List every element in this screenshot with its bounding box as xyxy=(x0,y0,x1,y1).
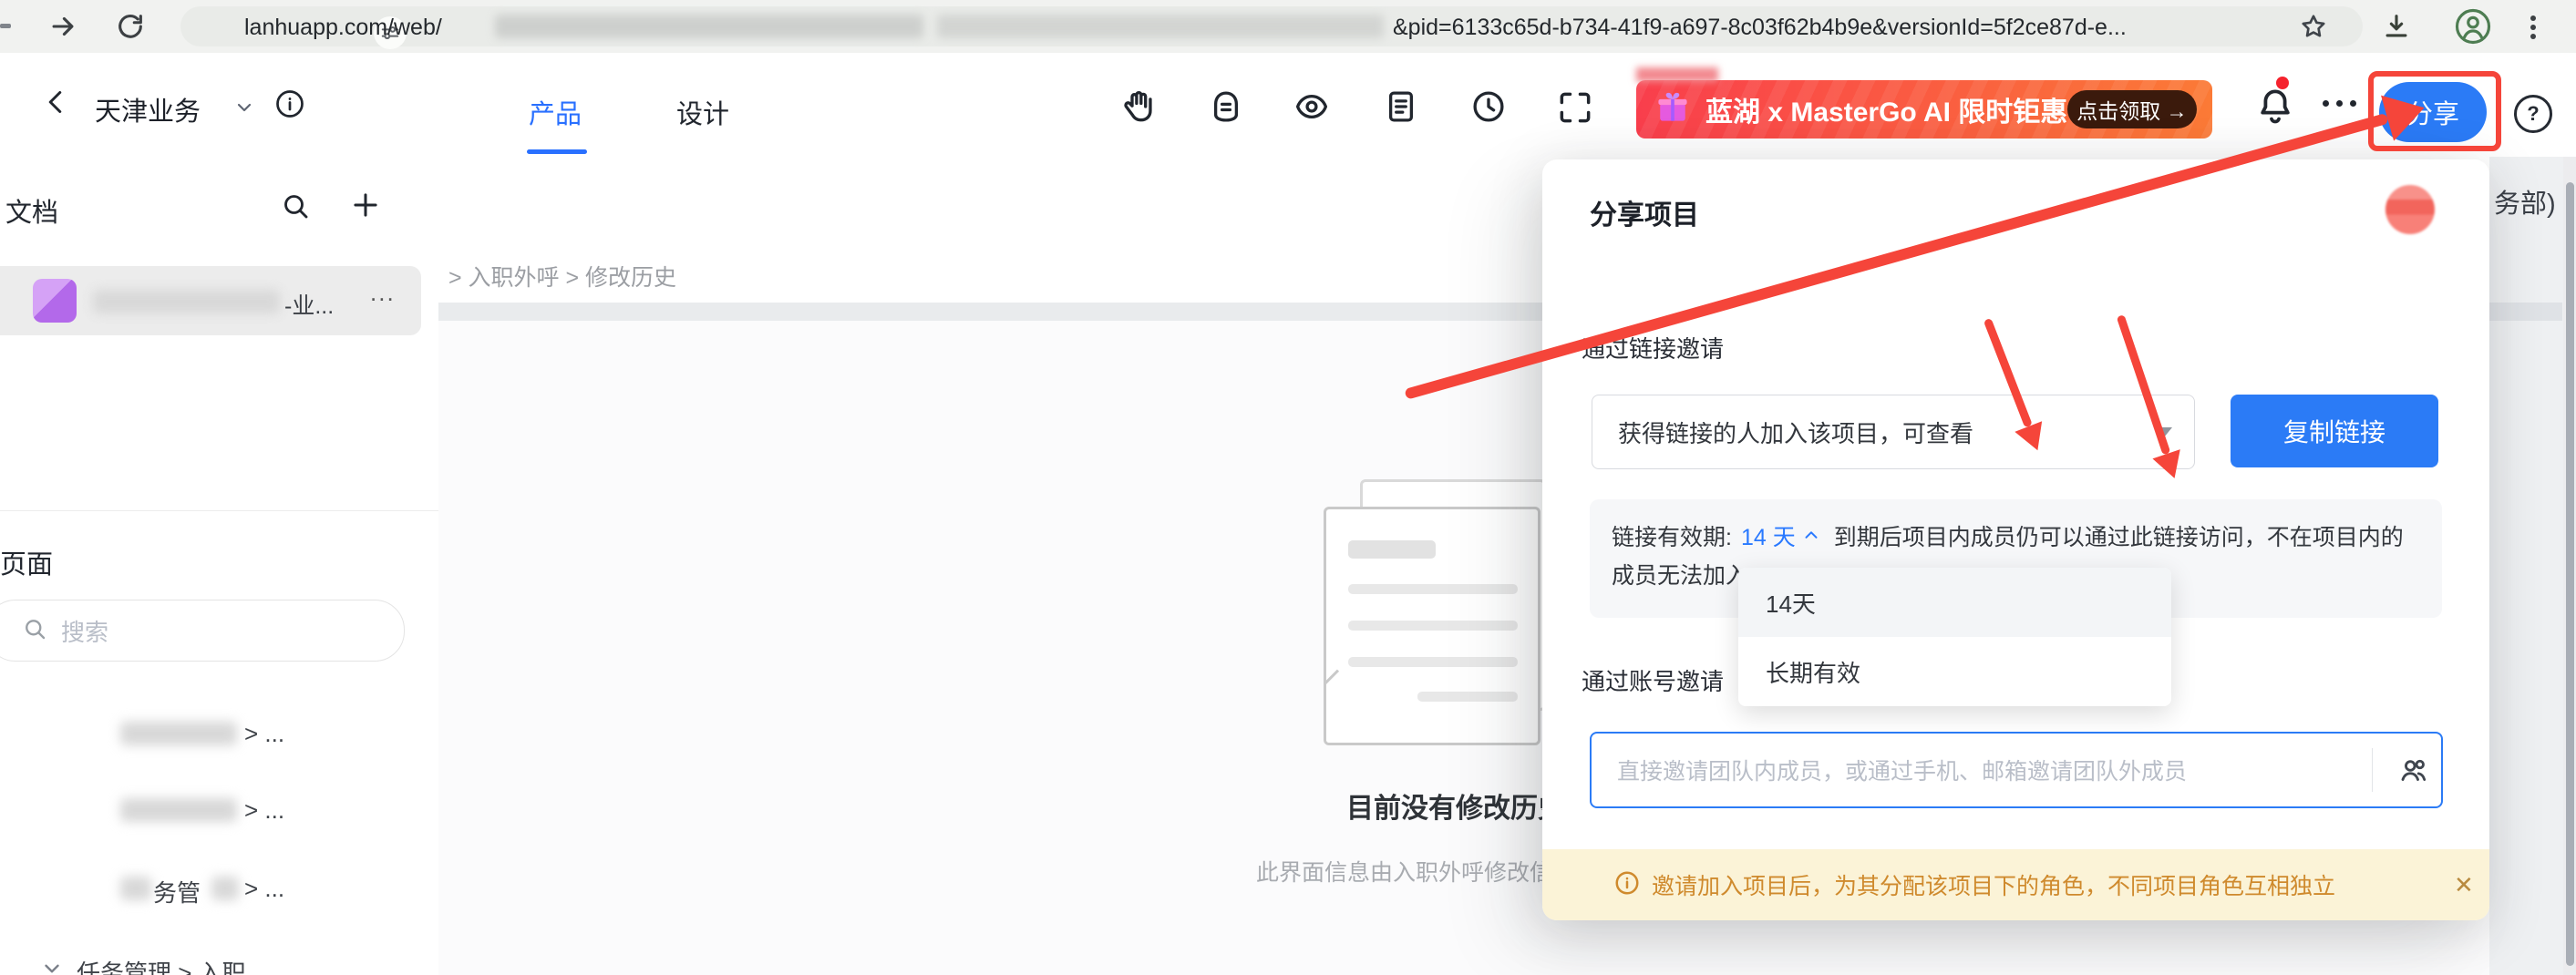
url-blur-segment xyxy=(495,15,923,38)
warning-close-icon[interactable]: ✕ xyxy=(2454,871,2474,899)
breadcrumb[interactable]: > 入职外呼 > 修改历史 xyxy=(448,260,676,292)
sidebar-search-icon xyxy=(21,615,48,647)
validity-dropdown-menu: 14天 长期有效 xyxy=(1738,568,2171,706)
invite-input[interactable]: 直接邀请团队内成员，或通过手机、邮箱邀请团队外成员 xyxy=(1590,732,2443,808)
behind-text: 务部) xyxy=(2494,190,2556,219)
fullscreen-icon[interactable] xyxy=(1555,87,1595,132)
tree-item[interactable]: > ... xyxy=(0,795,438,835)
share-dialog: 分享项目 通过链接邀请 获得链接的人加入该项目，可查看 复制链接 链接有效期: … xyxy=(1542,159,2489,920)
search-icon[interactable] xyxy=(279,190,312,227)
warning-info-icon xyxy=(1613,869,1641,901)
tree-item-label: > ... xyxy=(244,875,285,902)
chevron-down-icon[interactable] xyxy=(233,97,255,123)
promo-cta-button[interactable]: 点击领取 → xyxy=(2067,90,2197,128)
empty-doc-front-sheet xyxy=(1324,507,1540,745)
doc-item-more-icon[interactable]: ... xyxy=(370,279,396,307)
sidebar: 文档 -业... ... 页面 搜索 > ... > ... 务管 > ... … xyxy=(0,157,439,975)
gift-icon xyxy=(1653,87,1693,132)
screen: lanhuapp.com/web/ &pid=6133c65d-b734-41f… xyxy=(0,0,2576,975)
caret-down-icon xyxy=(45,964,59,973)
reload-icon[interactable] xyxy=(115,11,146,46)
validity-line2: 成员无法加入 xyxy=(1612,563,1749,589)
tab-design[interactable]: 设计 xyxy=(676,93,729,131)
tree-item-label: > ... xyxy=(244,796,285,824)
tree-item[interactable]: > ... xyxy=(0,718,438,758)
back-chevron-icon[interactable] xyxy=(40,86,73,123)
tree-item-fragment: 务管 xyxy=(153,879,201,907)
warning-bar: 邀请加入项目后，为其分配该项目下的角色，不同项目角色互相独立 ✕ xyxy=(1542,849,2489,920)
profile-icon[interactable] xyxy=(2454,7,2492,50)
warning-text: 邀请加入项目后，为其分配该项目下的角色，不同项目角色互相独立 xyxy=(1652,874,2336,899)
permission-value: 获得链接的人加入该项目，可查看 xyxy=(1618,419,1974,447)
doc-name-suffix: -业... xyxy=(284,293,335,319)
project-name[interactable]: 天津业务 xyxy=(95,90,201,128)
tree-item-label: 任务管理 > 入职 xyxy=(77,960,246,975)
promo-cta-label: 点击领取 → xyxy=(2076,99,2188,123)
plus-icon[interactable] xyxy=(348,188,383,227)
menu-option-14days[interactable]: 14天 xyxy=(1738,568,2171,637)
pages-search-input[interactable]: 搜索 xyxy=(0,600,405,662)
invite-placeholder: 直接邀请团队内成员，或通过手机、邮箱邀请团队外成员 xyxy=(1617,759,2188,785)
menu-option-forever[interactable]: 长期有效 xyxy=(1738,637,2171,706)
help-glyph: ? xyxy=(2527,102,2540,125)
browser-menu-icon[interactable] xyxy=(2530,12,2536,43)
notification-dot xyxy=(2276,77,2289,89)
pages-search-placeholder: 搜索 xyxy=(61,618,109,646)
sidebar-divider xyxy=(0,510,438,511)
empty-state-title: 目前没有修改历史 xyxy=(1346,794,1565,824)
url-text-prefix: lanhuapp.com/web/ xyxy=(244,15,442,40)
doc-name-blur xyxy=(93,290,280,313)
hand-tool-icon[interactable] xyxy=(1119,87,1158,130)
tab-product[interactable]: 产品 xyxy=(529,93,582,131)
preview-eye-icon[interactable] xyxy=(1293,87,1331,130)
tree-item[interactable]: 务管 > ... xyxy=(0,873,438,913)
behind-gray-block xyxy=(2489,303,2562,321)
copy-link-label: 复制链接 xyxy=(2282,418,2385,446)
download-icon[interactable] xyxy=(2381,11,2412,46)
url-field[interactable]: lanhuapp.com/web/ &pid=6133c65d-b734-41f… xyxy=(180,6,2363,49)
doc-item-selected[interactable]: -业... ... xyxy=(0,266,421,335)
caret-up-icon[interactable] xyxy=(1801,526,1821,546)
url-text-tail: &pid=6133c65d-b734-41f9-a697-8c03f62b4b9… xyxy=(1393,15,2127,40)
url-blur-segment xyxy=(937,15,1384,38)
scrollbar-thumb[interactable] xyxy=(2566,182,2574,966)
back-icon[interactable] xyxy=(0,24,11,28)
menu-option-label: 长期有效 xyxy=(1766,659,1861,687)
bookmark-star-icon[interactable] xyxy=(2299,12,2328,46)
more-menu-icon[interactable] xyxy=(2319,100,2360,107)
notification-bell-icon[interactable] xyxy=(2253,84,2297,132)
doc-color-icon xyxy=(33,279,77,323)
dialog-title: 分享项目 xyxy=(1590,200,1699,231)
document-list-icon[interactable] xyxy=(1382,87,1420,130)
validity-prefix: 链接有效期: xyxy=(1612,525,1732,550)
permission-select[interactable]: 获得链接的人加入该项目，可查看 xyxy=(1592,395,2195,469)
validity-rest: 到期后项目内成员仍可以通过此链接访问，不在项目内的 xyxy=(1833,525,2404,550)
tree-item-expanded[interactable]: 任务管理 > 入职 xyxy=(40,951,432,975)
tab-product-underline xyxy=(527,149,587,154)
input-divider xyxy=(2372,748,2373,792)
history-clock-icon[interactable] xyxy=(1469,87,1508,130)
app-toolbar: 天津业务 产品 设计 蓝湖 x MasterGo AI 限时钜惠 点击领取 → … xyxy=(0,53,2576,158)
account-invite-label: 通过账号邀请 xyxy=(1582,668,1725,695)
tree-item-label: > ... xyxy=(244,720,285,747)
red-blur-patch xyxy=(1636,67,1718,82)
comment-icon[interactable] xyxy=(1207,87,1245,130)
promo-banner[interactable]: 蓝湖 x MasterGo AI 限时钜惠 点击领取 → xyxy=(1636,80,2212,139)
copy-link-button[interactable]: 复制链接 xyxy=(2231,395,2438,467)
browser-address-bar: lanhuapp.com/web/ &pid=6133c65d-b734-41f… xyxy=(0,0,2576,53)
project-info-icon[interactable] xyxy=(273,87,306,125)
validity-value[interactable]: 14 天 xyxy=(1741,519,1796,552)
menu-option-label: 14天 xyxy=(1766,590,1816,618)
promo-title: 蓝湖 x MasterGo AI 限时钜惠 xyxy=(1705,98,2068,128)
folded-corner xyxy=(1326,669,1410,743)
sidebar-docs-title: 文档 xyxy=(5,199,59,228)
avatar[interactable] xyxy=(2385,185,2435,234)
sidebar-pages-title: 页面 xyxy=(0,550,54,580)
help-icon[interactable]: ? xyxy=(2514,95,2552,133)
forward-icon[interactable] xyxy=(47,11,78,46)
member-picker-icon[interactable] xyxy=(2397,754,2430,791)
